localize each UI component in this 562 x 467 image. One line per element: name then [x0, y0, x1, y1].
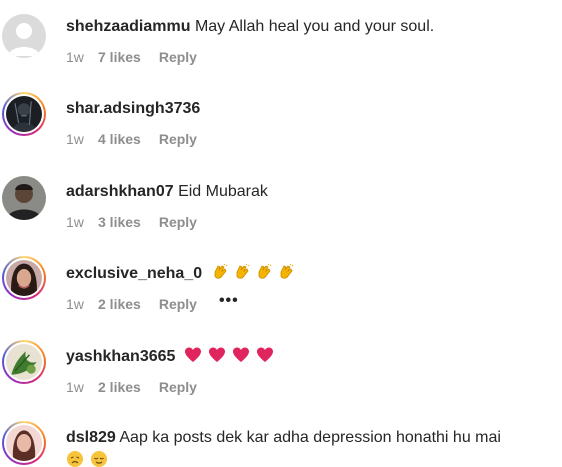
- avatar[interactable]: [2, 176, 46, 220]
- comment-text: May Allah heal you and your soul.: [194, 18, 435, 35]
- comment-time: 1w: [66, 131, 84, 147]
- comment-line: shar.adsingh3736: [66, 99, 200, 119]
- comment-line: adarshkhan07 Eid Mubarak: [66, 182, 268, 202]
- disappointed-face-icon: [66, 450, 84, 467]
- user-photo-icon: [6, 260, 42, 296]
- comment-likes[interactable]: 4 likes: [98, 130, 141, 148]
- user-photo-icon: [6, 96, 42, 132]
- clapping-hands-icon: [233, 263, 251, 281]
- reply-button[interactable]: Reply: [159, 213, 197, 231]
- avatar[interactable]: [2, 256, 46, 300]
- comment-line: yashkhan3665: [66, 346, 274, 367]
- relieved-face-icon: [90, 450, 108, 467]
- emoji-row: [211, 263, 295, 281]
- comment-username[interactable]: shar.adsingh3736: [66, 100, 200, 117]
- user-photo-icon: [6, 344, 42, 380]
- comment-text: Aap ka posts dek kar adha depression hon…: [119, 429, 501, 446]
- comment-likes[interactable]: 2 likes: [98, 295, 141, 313]
- comment-text: Eid Mubarak: [178, 183, 268, 200]
- comment-likes[interactable]: 7 likes: [98, 48, 141, 66]
- comment-meta: 1w 2 likes Reply: [66, 378, 197, 396]
- comment-line: exclusive_neha_0: [66, 263, 295, 284]
- reply-button[interactable]: Reply: [159, 378, 197, 396]
- red-heart-icon: [184, 346, 202, 364]
- comment-line: shehzaadiammu May Allah heal you and you…: [66, 17, 434, 37]
- comment-username[interactable]: adarshkhan07: [66, 183, 174, 200]
- comment-meta: 1w 2 likes Reply •••: [66, 293, 239, 313]
- reply-button[interactable]: Reply: [159, 295, 197, 313]
- comment-likes[interactable]: 2 likes: [98, 378, 141, 396]
- comment-username[interactable]: yashkhan3665: [66, 348, 175, 365]
- red-heart-icon: [208, 346, 226, 364]
- comment-meta: 1w 4 likes Reply: [66, 130, 197, 148]
- clapping-hands-icon: [211, 263, 229, 281]
- clapping-hands-icon: [277, 263, 295, 281]
- emoji-row: [184, 346, 274, 364]
- comment-time: 1w: [66, 49, 84, 65]
- comment-line: dsl829 Aap ka posts dek kar adha depress…: [66, 428, 501, 448]
- comment-meta: 1w 7 likes Reply: [66, 48, 197, 66]
- avatar[interactable]: [2, 421, 46, 465]
- user-photo-icon: [6, 425, 42, 461]
- comment-time: 1w: [66, 214, 84, 230]
- comment-likes[interactable]: 3 likes: [98, 213, 141, 231]
- comment-username[interactable]: exclusive_neha_0: [66, 265, 202, 282]
- reply-button[interactable]: Reply: [159, 48, 197, 66]
- emoji-row: [66, 450, 108, 467]
- user-photo-icon: [2, 176, 46, 220]
- default-avatar-icon: [2, 14, 46, 58]
- avatar[interactable]: [2, 14, 46, 58]
- comment-time: 1w: [66, 379, 84, 395]
- avatar[interactable]: [2, 340, 46, 384]
- comment-username[interactable]: shehzaadiammu: [66, 18, 190, 35]
- comment-meta: 1w 3 likes Reply: [66, 213, 197, 231]
- comment-username[interactable]: dsl829: [66, 429, 116, 446]
- reply-button[interactable]: Reply: [159, 130, 197, 148]
- clapping-hands-icon: [255, 263, 273, 281]
- avatar[interactable]: [2, 92, 46, 136]
- more-options-icon[interactable]: •••: [219, 293, 239, 309]
- red-heart-icon: [232, 346, 250, 364]
- red-heart-icon: [256, 346, 274, 364]
- comment-time: 1w: [66, 296, 84, 312]
